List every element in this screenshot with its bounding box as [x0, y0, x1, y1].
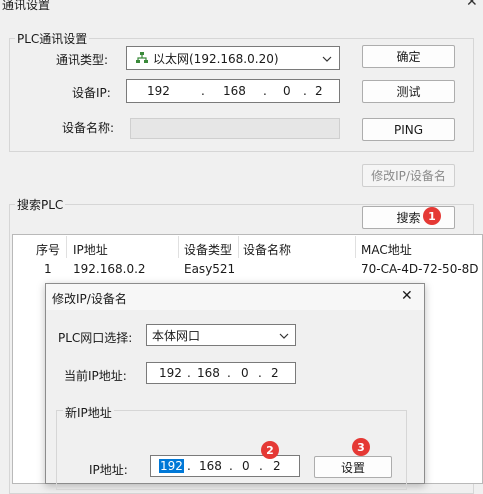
comm-type-select[interactable]: 以太网(192.168.0.20)	[126, 46, 340, 70]
col-header-ip[interactable]: IP地址	[73, 241, 108, 258]
ip-octet-3[interactable]: 0	[283, 84, 291, 98]
table-row[interactable]: 1 192.168.0.2 Easy521 70-CA-4D-72-50-8D	[13, 259, 482, 279]
cell-mac: 70-CA-4D-72-50-8D	[361, 262, 479, 276]
dialog-title: 修改IP/设备名	[52, 292, 127, 306]
ip-octet-2[interactable]: 168	[199, 459, 222, 473]
ip-dot: .	[187, 366, 191, 380]
plc-settings-group-title: PLC通讯设置	[15, 30, 90, 47]
col-header-no[interactable]: 序号	[36, 241, 60, 258]
current-ip-label: 当前IP地址:	[64, 369, 127, 383]
ip-dot: .	[201, 84, 205, 98]
port-select-label: PLC网口选择:	[58, 331, 133, 345]
ip-dot: .	[229, 459, 233, 473]
col-header-name[interactable]: 设备名称	[243, 241, 291, 258]
window-title: 通讯设置	[2, 0, 51, 12]
ip-dot: .	[258, 366, 262, 380]
device-ip-label: 设备IP:	[72, 86, 111, 100]
port-select-value: 本体网口	[152, 328, 201, 343]
ip-octet-1-selected[interactable]: 192	[159, 459, 184, 473]
col-header-mac[interactable]: MAC地址	[361, 241, 412, 258]
ip-octet-1: 192	[159, 366, 182, 380]
ip-octet-2[interactable]: 168	[223, 84, 246, 98]
comm-type-label: 通讯类型:	[56, 53, 109, 67]
ip-octet-2: 168	[197, 366, 220, 380]
window-close-icon[interactable]: ✕	[466, 0, 478, 10]
device-name-label: 设备名称:	[62, 121, 115, 135]
new-ip-field[interactable]: 192 . 168 . 0 . 2	[150, 455, 300, 477]
step-badge-1: 1	[423, 207, 441, 225]
step-badge-3: 3	[352, 438, 370, 456]
chevron-down-icon	[322, 56, 332, 62]
ip-octet-3[interactable]: 0	[242, 459, 250, 473]
ip-dot: .	[263, 84, 267, 98]
ip-octet-3: 0	[241, 366, 249, 380]
dialog-close-icon[interactable]: ✕	[401, 288, 413, 304]
confirm-button[interactable]: 确定	[362, 45, 455, 68]
search-group-title: 搜索PLC	[15, 196, 66, 213]
ip-dot: .	[303, 84, 307, 98]
device-name-field	[130, 118, 340, 139]
ip-octet-1[interactable]: 192	[147, 84, 170, 98]
set-button[interactable]: 设置	[314, 456, 392, 478]
current-ip-field: 192 . 168 . 0 . 2	[146, 362, 296, 384]
ip-dot: .	[227, 366, 231, 380]
port-select[interactable]: 本体网口	[146, 324, 296, 346]
step-badge-2: 2	[261, 441, 279, 459]
ping-button[interactable]: PING	[362, 118, 455, 141]
ip-dot: .	[259, 459, 263, 473]
cell-ip: 192.168.0.2	[73, 262, 146, 276]
device-ip-field[interactable]: 192 . 168 . 0 . 2	[126, 79, 340, 103]
cell-no: 1	[44, 262, 52, 276]
ip-octet-4[interactable]: 2	[273, 459, 281, 473]
col-header-type[interactable]: 设备类型	[184, 241, 232, 258]
ip-octet-4[interactable]: 2	[315, 84, 323, 98]
chevron-down-icon	[279, 333, 289, 339]
comm-type-value: 以太网(192.168.0.20)	[153, 51, 279, 66]
cell-type: Easy521	[184, 262, 236, 276]
new-ip-label: IP地址:	[89, 463, 128, 477]
ip-octet-4: 2	[271, 366, 279, 380]
search-button-label: 搜索	[396, 211, 421, 225]
new-ip-group-title: 新IP地址	[63, 404, 114, 421]
modify-ip-button[interactable]: 修改IP/设备名	[362, 164, 455, 187]
ip-dot: .	[187, 459, 191, 473]
search-button[interactable]: 搜索	[362, 206, 455, 229]
test-button[interactable]: 测试	[362, 80, 455, 103]
network-icon	[136, 52, 148, 63]
